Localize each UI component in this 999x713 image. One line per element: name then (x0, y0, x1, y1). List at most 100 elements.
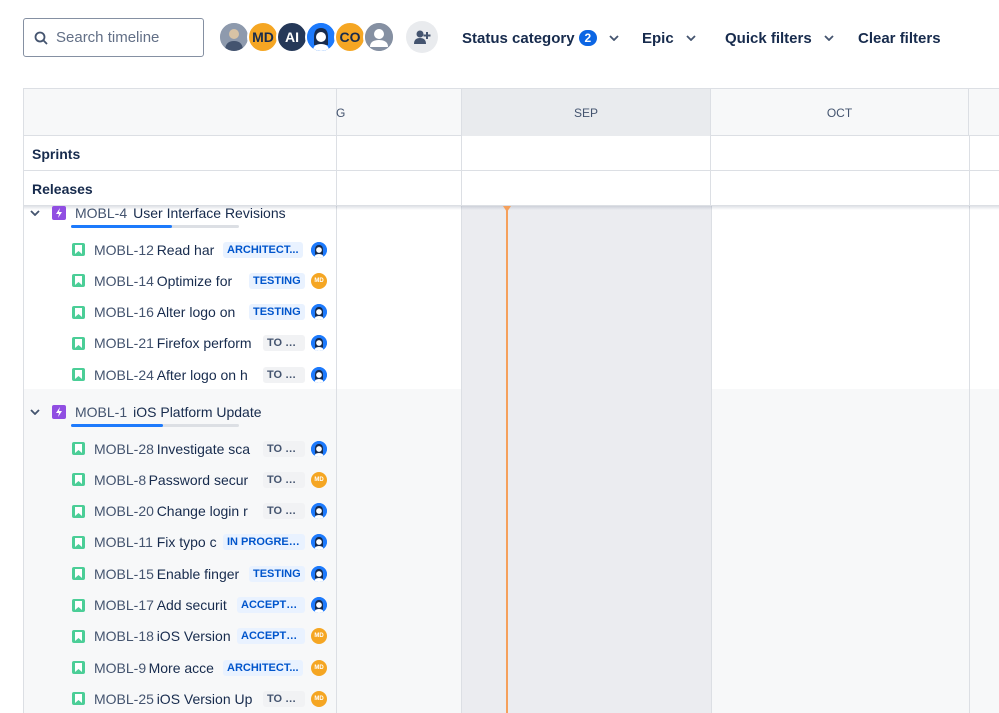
issue-key[interactable]: MOBL-14 (94, 273, 154, 289)
issue-key[interactable]: MOBL-17 (94, 597, 154, 613)
issue-row[interactable]: MOBL-20 Change login r TO DO (24, 496, 336, 527)
assignee-avatar[interactable]: MD (311, 690, 327, 707)
assignee-avatar[interactable]: MD (311, 659, 327, 676)
assignee-avatar[interactable] (311, 335, 327, 352)
issue-key[interactable]: MOBL-11 (94, 534, 153, 550)
story-icon (72, 598, 85, 612)
story-icon (72, 243, 85, 256)
issue-row[interactable]: MOBL-14 Optimize for TESTING MD (24, 265, 336, 296)
issue-key[interactable]: MOBL-16 (94, 304, 154, 320)
user-face-icon (311, 366, 327, 383)
epic-key[interactable]: MOBL-1 (75, 404, 127, 420)
issue-key[interactable]: MOBL-24 (94, 367, 154, 383)
user-photo-icon (220, 23, 248, 51)
issue-title: Alter logo on (156, 304, 236, 321)
issue-key[interactable]: MOBL-25 (94, 691, 154, 707)
avatar[interactable]: AI (276, 21, 308, 53)
assignee-avatar[interactable] (311, 534, 327, 551)
avatar[interactable] (363, 21, 395, 53)
assignee-avatar[interactable] (311, 440, 327, 457)
issue-key[interactable]: MOBL-9 (94, 660, 146, 676)
issue-row[interactable]: MOBL-17 Add securit ACCEPTED (24, 590, 336, 621)
issue-key[interactable]: MOBL-21 (94, 335, 154, 351)
quick-filters-dropdown[interactable]: Quick filters (725, 24, 834, 52)
issue-key[interactable]: MOBL-28 (94, 441, 154, 457)
assignee-avatar[interactable] (311, 241, 327, 258)
issue-row[interactable]: MOBL-8 Password secur TO DO MD (24, 464, 336, 495)
assignee-avatar[interactable]: MD (311, 471, 327, 488)
month-label: OCT (711, 89, 969, 136)
issue-title: Password secur (148, 471, 249, 488)
column-divider (969, 136, 970, 171)
epic-row[interactable]: MOBL-4 User Interface Revisions (24, 197, 336, 228)
assignee-avatar[interactable] (311, 366, 327, 383)
avatar[interactable] (218, 21, 250, 53)
issue-title: Add securit (156, 597, 227, 613)
issue-row[interactable]: MOBL-21 Firefox perform TO DO (24, 328, 336, 359)
issue-key[interactable]: MOBL-15 (94, 566, 154, 582)
issue-key[interactable]: MOBL-20 (94, 503, 154, 519)
issue-row[interactable]: MOBL-24 After logo on h TO DO (24, 359, 336, 390)
issue-row[interactable]: MOBL-9 More acce ARCHITECT... MD (24, 652, 336, 683)
assignee-avatar[interactable]: MD (311, 272, 327, 289)
user-face-icon (311, 597, 327, 613)
column-divider (336, 171, 337, 206)
issue-title: Firefox perform (156, 335, 252, 352)
assignee-avatar[interactable]: MD (311, 628, 327, 645)
status-lozenge: ARCHITECT... (223, 241, 303, 258)
issue-key[interactable]: MOBL-12 (94, 242, 154, 258)
user-face-icon (311, 304, 327, 321)
month-label: G (336, 105, 346, 120)
chevron-down-icon[interactable] (30, 408, 44, 415)
sprints-sep-cell (461, 136, 711, 170)
issue-row[interactable]: MOBL-16 Alter logo on TESTING (24, 297, 336, 328)
story-icon (72, 305, 85, 319)
story-icon (72, 567, 85, 581)
issue-row[interactable]: MOBL-12 Read har ARCHITECT... (24, 234, 336, 265)
status-lozenge: TO DO (263, 690, 305, 707)
search-icon (34, 31, 48, 45)
user-face-icon (311, 440, 327, 457)
epic-row[interactable]: MOBL-1 iOS Platform Update (24, 396, 336, 427)
story-icon (72, 629, 85, 643)
issue-row[interactable]: MOBL-18 iOS Version ACCEPTED MD (24, 621, 336, 652)
column-divider (336, 136, 337, 171)
chevron-down-icon[interactable] (30, 209, 44, 216)
add-people-button[interactable] (406, 21, 438, 53)
issue-title: Read har (156, 241, 215, 258)
avatar[interactable]: CO (334, 21, 366, 53)
status-lozenge: ARCHITECT... (223, 659, 303, 676)
issue-key[interactable]: MOBL-18 (94, 628, 154, 644)
clear-filters-label: Clear filters (858, 29, 941, 47)
story-icon (72, 442, 85, 455)
issue-row[interactable]: MOBL-28 Investigate sca TO DO (24, 433, 336, 464)
epic-filter[interactable]: Epic (642, 24, 696, 52)
avatar[interactable] (305, 21, 337, 53)
status-category-filter[interactable]: Status category 2 (462, 24, 619, 52)
assignee-avatar[interactable] (311, 565, 327, 582)
assignee-avatar[interactable] (311, 304, 327, 321)
issue-key[interactable]: MOBL-8 (94, 472, 146, 488)
epic-key[interactable]: MOBL-4 (75, 205, 127, 221)
timeline-grid: G SEP OCT Sprints Releases MOBL-4 User In… (23, 88, 999, 713)
quick-filters-label: Quick filters (725, 29, 812, 47)
story-icon (72, 692, 85, 706)
issue-row[interactable]: MOBL-15 Enable finger TESTING (24, 558, 336, 589)
clear-filters-button[interactable]: Clear filters (858, 24, 941, 52)
status-lozenge: TO DO (263, 503, 305, 520)
assignee-avatar[interactable] (311, 503, 327, 520)
status-category-count-badge: 2 (578, 30, 598, 46)
user-face-icon (311, 565, 327, 582)
story-icon (72, 535, 85, 549)
search-input[interactable]: Search timeline (23, 18, 204, 57)
user-placeholder-icon (365, 23, 393, 51)
avatar[interactable]: MD (247, 21, 279, 53)
issue-row[interactable]: MOBL-11 Fix typo c IN PROGRESS (24, 527, 336, 558)
epic-progress-bar (71, 225, 239, 228)
sprints-label: Sprints (32, 145, 81, 162)
assignee-avatar[interactable] (311, 597, 327, 613)
story-icon (72, 368, 85, 382)
avatar-group: MD AI CO (218, 21, 395, 53)
issue-row[interactable]: MOBL-25 iOS Version Up TO DO MD (24, 683, 336, 713)
issue-title: After logo on h (156, 366, 248, 383)
